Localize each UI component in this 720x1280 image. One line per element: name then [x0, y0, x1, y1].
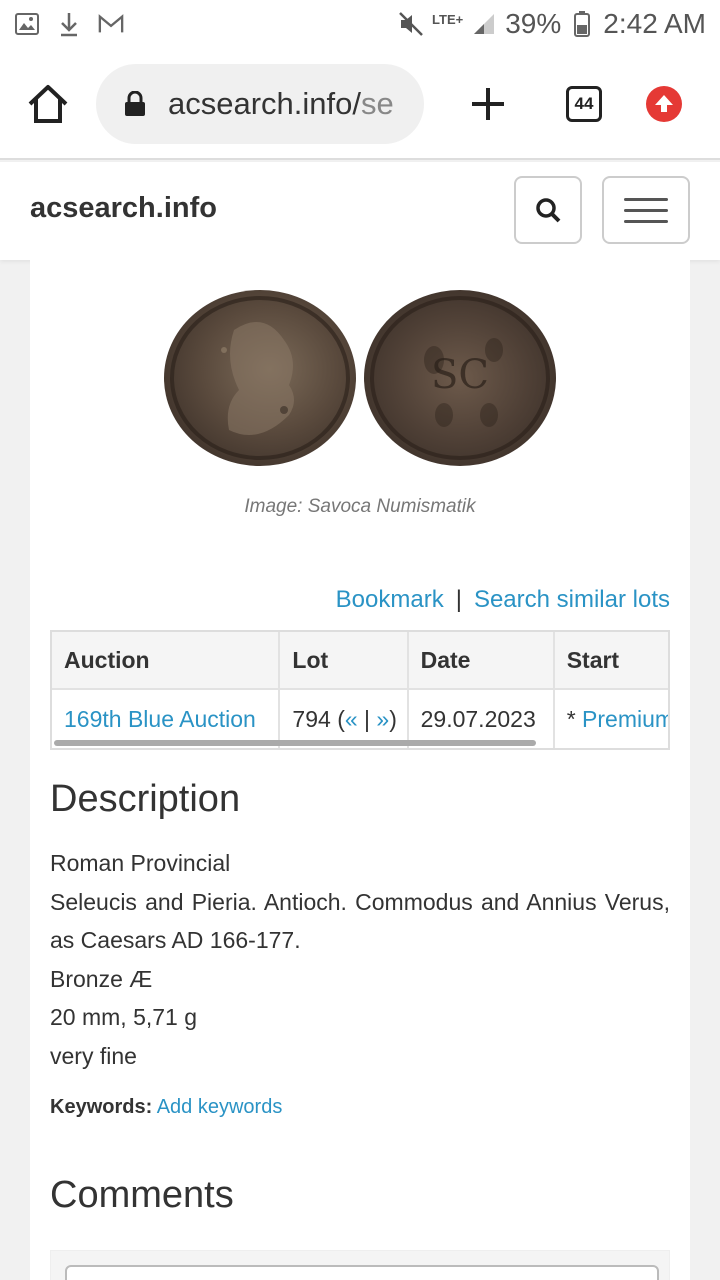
start-prefix: * — [566, 705, 583, 732]
lot-close-paren: ) — [389, 705, 397, 732]
site-brand[interactable]: acsearch.info — [30, 192, 217, 225]
status-bar: LTE+ 39% 2:42 AM — [0, 0, 720, 48]
image-caption: Image: Savoca Numismatik — [244, 496, 476, 517]
lot-nav-separator: | — [357, 705, 377, 732]
arrow-up-icon — [655, 95, 673, 112]
lot-detail: SC Image: Savoca Numismatik Bookmark | S… — [30, 260, 690, 1280]
signal-icon — [471, 11, 497, 37]
hamburger-icon — [624, 197, 668, 201]
lot-actions: Bookmark | Search similar lots — [336, 586, 670, 614]
header-auction: Auction — [52, 632, 281, 688]
description-text: Roman Provincial Seleucis and Pieria. An… — [50, 844, 670, 1075]
mute-icon — [398, 11, 424, 37]
plus-icon — [472, 88, 504, 120]
gallery-icon — [14, 11, 40, 37]
description-line: Bronze Æ — [50, 965, 153, 992]
start-cell: * Premium — [555, 690, 668, 748]
keywords-label: Keywords: — [50, 1096, 153, 1118]
new-tab-button[interactable] — [466, 82, 510, 126]
prev-lot-link[interactable]: « — [345, 706, 358, 733]
coin-obverse-image — [164, 290, 356, 466]
tab-switcher-button[interactable]: 44 — [566, 86, 602, 122]
description-line: Roman Provincial — [50, 850, 231, 876]
table-header-row: Auction Lot Date Start — [52, 632, 668, 690]
lot-open-paren: ( — [337, 705, 345, 732]
coin-reverse-image: SC — [364, 290, 556, 466]
bookmark-link[interactable]: Bookmark — [336, 586, 444, 614]
header-lot: Lot — [280, 632, 409, 688]
premium-link[interactable]: Premium — [582, 706, 668, 733]
search-icon — [536, 198, 561, 223]
header-date: Date — [409, 632, 555, 688]
url-text: acsearch.info/se — [168, 86, 394, 122]
lot-number: 794 — [292, 705, 331, 732]
description-line: Seleucis and Pieria. Antioch. Commodus a… — [50, 888, 670, 954]
site-header: acsearch.info — [0, 162, 720, 260]
address-bar[interactable]: acsearch.info/se — [96, 64, 424, 144]
comment-form — [50, 1250, 670, 1280]
comment-input[interactable] — [65, 1265, 659, 1280]
description-line: 20 mm, 5,71 g — [50, 1004, 198, 1030]
search-button[interactable] — [514, 176, 582, 244]
home-icon — [28, 85, 68, 123]
header-start: Start — [566, 646, 620, 673]
table-scrollbar[interactable] — [54, 740, 536, 746]
auction-table: Auction Lot Date Start 169th Blue Auctio… — [50, 630, 670, 750]
auction-link-text[interactable]: 169th Blue Auction — [64, 706, 256, 733]
network-type: LTE+ — [432, 11, 464, 27]
url-host: acsearch.info/ — [168, 86, 361, 121]
comments-heading: Comments — [50, 1174, 234, 1216]
download-icon — [56, 11, 82, 37]
search-similar-link[interactable]: Search similar lots — [474, 586, 670, 614]
update-button[interactable] — [646, 86, 682, 122]
coin-image[interactable]: SC — [164, 290, 556, 470]
url-path: se — [361, 86, 394, 121]
description-heading: Description — [50, 778, 241, 820]
menu-button[interactable] — [602, 176, 690, 244]
hamburger-bar — [624, 208, 668, 212]
link-separator: | — [455, 586, 462, 613]
lock-icon — [124, 90, 146, 117]
battery-percent: 39% — [505, 8, 562, 39]
description-line: very fine — [50, 1042, 137, 1069]
add-keywords-link[interactable]: Add keywords — [157, 1096, 283, 1118]
hamburger-bar — [624, 219, 668, 223]
battery-icon — [569, 11, 595, 37]
next-lot-link[interactable]: » — [376, 706, 389, 733]
clock: 2:42 AM — [603, 8, 706, 39]
browser-toolbar: acsearch.info/se 44 — [0, 48, 720, 160]
home-button[interactable] — [26, 82, 70, 126]
gmail-icon — [98, 11, 124, 37]
keywords-row: Keywords: Add keywords — [50, 1096, 282, 1119]
